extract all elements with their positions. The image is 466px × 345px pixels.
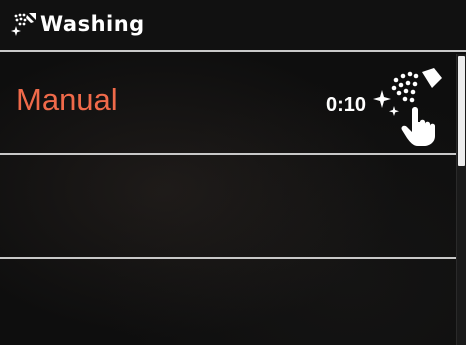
washing-spray-icon <box>11 13 36 36</box>
program-item-empty[interactable] <box>0 260 456 345</box>
program-item-manual[interactable]: Manual 0:10 <box>0 54 456 155</box>
scrollbar-thumb[interactable] <box>458 56 465 166</box>
manual-spray-touch-icon <box>373 68 442 146</box>
scrollbar[interactable] <box>456 54 466 345</box>
program-duration: 0:10 <box>326 94 367 116</box>
washing-screen: Washing Manual 0:10 <box>0 0 466 345</box>
header-bar: Washing <box>0 0 466 52</box>
program-name: Manual <box>16 82 118 117</box>
page-title: Washing <box>40 12 145 36</box>
program-list: Manual 0:10 <box>0 54 456 345</box>
program-item-empty[interactable] <box>0 156 456 259</box>
